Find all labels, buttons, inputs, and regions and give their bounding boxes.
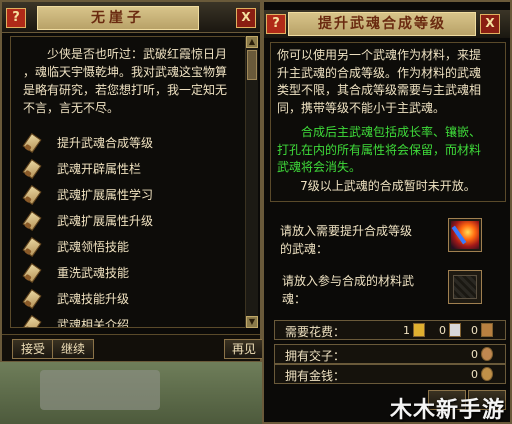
npc-option-list: 提升武魂合成等级 武魂开辟属性栏 武魂扩展属性学习 武魂扩展属性升级 武魂领悟技… [22,129,243,328]
scroll-icon [22,314,43,327]
gold-coin-icon [413,323,425,337]
window-title: 提升武魂合成等级 [288,12,476,36]
label-line: 请放入需要提升合成等级 [280,224,413,238]
scroll-thumb[interactable] [247,50,257,80]
material-soul-label: 请放入参与合成的材料武 魂： [282,272,414,308]
scroll-icon [22,132,43,153]
jiaozi-label: 拥有交子： [285,349,346,363]
option-label: 提升武魂合成等级 [57,135,154,150]
money-value: 0 [471,368,478,381]
goodbye-button[interactable]: 再见 [224,339,264,359]
option-open-attr-slot[interactable]: 武魂开辟属性栏 [22,155,243,181]
option-upgrade-level[interactable]: 提升武魂合成等级 [22,129,243,155]
option-label: 武魂领悟技能 [57,239,130,254]
npc-dialog-footer: 接受 继续 再见 [2,334,264,361]
option-learn-ext-attr[interactable]: 武魂扩展属性学习 [22,181,243,207]
close-button[interactable]: X [236,8,256,28]
description-line: 类型不限，其合成等级需要与主武魂相 [277,83,482,97]
description-box: 你可以使用另一个武魂作为材料，来提 升主武魂的合成等级。作为材料的武魂 类型不限… [270,42,506,202]
main-soul-slot[interactable] [448,218,482,252]
scroll-icon [22,184,43,205]
soul-upgrade-header: ? 提升武魂合成等级 X [264,10,510,38]
option-label: 重洗武魂技能 [57,265,130,280]
option-learn-skill[interactable]: 武魂领悟技能 [22,233,243,259]
jiaozi-value: 0 [471,348,478,361]
npc-name-title: 无崖子 [37,6,199,30]
option-label: 武魂扩展属性升级 [57,213,154,228]
scroll-icon [22,158,43,179]
option-upgrade-skill[interactable]: 武魂技能升级 [22,285,243,311]
level-limit-note: 7级以上武魂的合成暂时未开放。 [300,179,476,193]
option-label: 武魂技能升级 [57,291,130,306]
cost-gold: 1 [403,324,410,337]
money-icon [481,367,493,381]
green-line: 打孔在内的所有属性将会保留，而材料 [277,142,482,157]
jiaozi-icon [481,347,493,361]
site-watermark: 木木新手游 [390,398,506,423]
scroll-up-icon[interactable]: ▲ [246,36,258,48]
scroll-icon [22,262,43,283]
description-line: 同，携带等级不能小于主武魂。 [277,100,446,115]
help-button[interactable]: ? [6,8,26,28]
jiaozi-row: 拥有交子： 0 [274,344,506,364]
empty-slot-icon [453,275,477,299]
continue-button[interactable]: 继续 [52,339,94,359]
cost-row: 需要花费： 1 0 0 [274,320,506,340]
description-text: 你可以使用另一个武魂作为材料，来提 升主武魂的合成等级。作为材料的武魂 类型不限… [277,47,499,117]
green-line: 合成后主武魂包括成长率、镶嵌、 [301,125,482,139]
description-line: 你可以使用另一个武魂作为材料，来提 [277,48,482,62]
cost-label: 需要花费： [285,325,346,339]
cost-copper: 0 [471,324,478,337]
label-line: 的武魂： [280,242,329,256]
scroll-down-icon[interactable]: ▼ [246,316,258,328]
close-button[interactable]: X [480,14,500,34]
intro-line: 不言，言无不尽。 [23,101,120,115]
vertical-scrollbar[interactable]: ▲ ▼ [245,36,258,328]
material-soul-slot[interactable] [448,270,482,304]
option-upgrade-ext-attr[interactable]: 武魂扩展属性升级 [22,207,243,233]
main-soul-label: 请放入需要提升合成等级 的武魂： [280,222,412,258]
npc-dialog-window: ? 无崖子 X 少侠是否也听过：武破红霞惊日月 ，魂临天宇慑乾坤。我对武魂这宝物… [0,0,264,362]
npc-dialog-header: ? 无崖子 X [2,2,260,33]
option-intro[interactable]: 武魂相关介绍 [22,311,243,328]
scroll-icon [22,288,43,309]
accept-button[interactable]: 接受 [12,339,54,359]
label-line: 魂： [282,292,307,306]
stone-wall [40,370,160,410]
silver-coin-icon [449,323,461,337]
intro-line: ，魂临天宇慑乾坤。我对武魂这宝物算 [23,65,228,79]
npc-dialog-content: 少侠是否也听过：武破红霞惊日月 ，魂临天宇慑乾坤。我对武魂这宝物算 是略有研究，… [10,36,246,328]
option-label: 武魂相关介绍 [57,317,130,328]
green-line: 武魂将会消失。 [277,160,362,174]
label-line: 请放入参与合成的材料武 [282,274,415,288]
npc-intro-text: 少侠是否也听过：武破红霞惊日月 ，魂临天宇慑乾坤。我对武魂这宝物算 是略有研究，… [23,45,243,117]
description-line: 升主武魂的合成等级。作为材料的武魂 [277,65,482,80]
option-label: 武魂开辟属性栏 [57,161,142,176]
retention-note: 合成后主武魂包括成长率、镶嵌、 打孔在内的所有属性将会保留，而材料 武魂将会消失… [277,124,499,177]
help-button[interactable]: ? [266,14,286,34]
scroll-icon [22,236,43,257]
option-reset-skill[interactable]: 重洗武魂技能 [22,259,243,285]
cost-silver: 0 [439,324,446,337]
money-row: 拥有金钱： 0 [274,364,506,384]
option-label: 武魂扩展属性学习 [57,187,154,202]
copper-coin-icon [481,323,493,337]
intro-line: 少侠是否也听过：武破红霞惊日月 [47,47,228,61]
intro-line: 是略有研究，若您想打听，我一定知无 [23,83,228,97]
scroll-icon [22,210,43,231]
soul-upgrade-window: ? 提升武魂合成等级 X 你可以使用另一个武魂作为材料，来提 升主武魂的合成等级… [262,0,512,424]
money-label: 拥有金钱： [285,369,346,383]
